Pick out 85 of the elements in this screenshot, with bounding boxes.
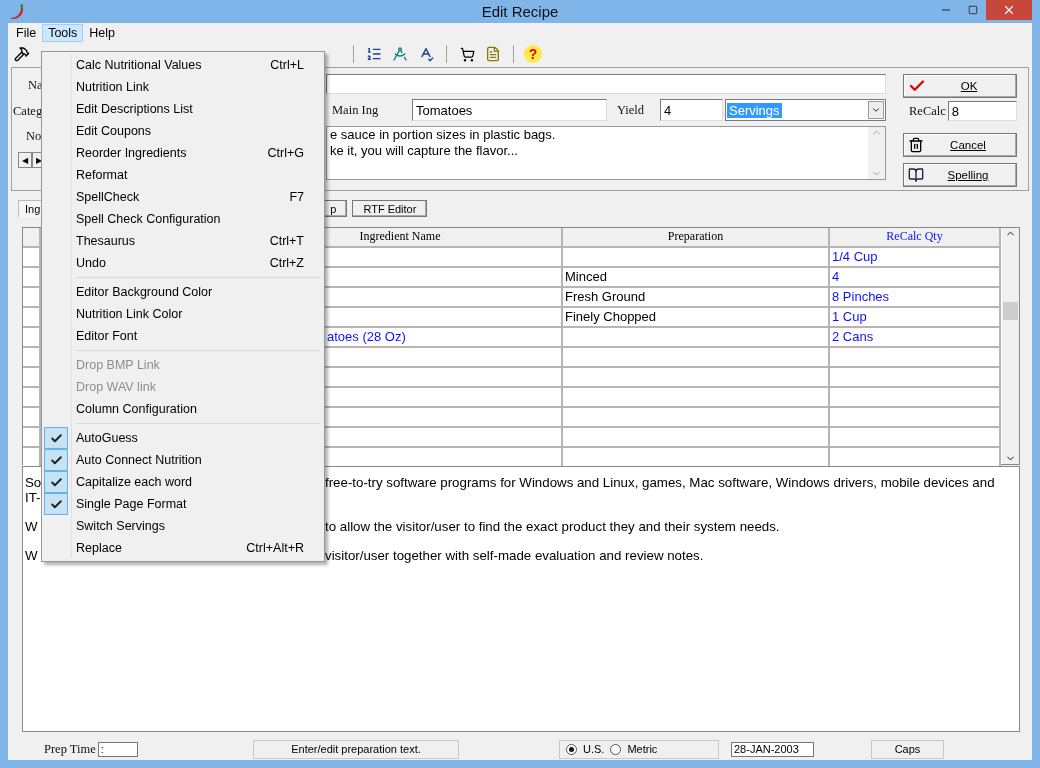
field-label: Yield — [617, 102, 646, 118]
scrollbar[interactable] — [1002, 228, 1019, 464]
radio-button[interactable] — [566, 743, 577, 755]
menu-item[interactable]: Switch Servings — [44, 515, 322, 537]
row-header[interactable] — [23, 348, 41, 368]
recalc-field[interactable]: 8 — [947, 101, 1017, 121]
maximize-icon — [967, 5, 978, 15]
row-header[interactable] — [23, 448, 41, 468]
editor-text: visitor/user together with self-made evaluation and review notes. — [325, 548, 704, 563]
caps-indicator: Caps — [871, 739, 944, 759]
table-cell: Minced — [563, 268, 830, 288]
book-icon — [908, 167, 924, 183]
name-field[interactable] — [326, 74, 886, 94]
menu-item[interactable]: Edit Coupons — [44, 120, 322, 142]
menu-item[interactable]: Help — [83, 24, 122, 42]
menu-item[interactable]: Nutrition Link Color — [44, 303, 322, 325]
editor-text: W — [25, 519, 38, 534]
cancel-button[interactable]: Cancel — [903, 133, 1017, 157]
table-cell: Finely Chopped — [563, 308, 830, 328]
table-cell: 8 Pinches — [830, 288, 1001, 308]
prep-time-field[interactable]: : — [97, 741, 138, 757]
editor-text: So — [25, 475, 42, 490]
editor-text: IT- — [25, 490, 41, 505]
menu-item[interactable]: Nutrition Link — [44, 76, 322, 98]
row-header[interactable] — [23, 408, 41, 428]
row-header[interactable] — [23, 328, 41, 348]
ok-button[interactable]: OK — [903, 74, 1017, 98]
main-ing-field[interactable]: Tomatoes — [412, 99, 607, 121]
column-header: Preparation — [563, 228, 830, 248]
menu-item[interactable]: Reformat — [44, 164, 322, 186]
row-header[interactable] — [23, 248, 41, 268]
radio-label: U.S. — [583, 743, 605, 755]
radio-label: Metric — [627, 743, 658, 755]
table-cell: 4 — [830, 268, 1001, 288]
menu-item[interactable]: Editor Background Color — [44, 281, 322, 303]
trash-icon — [908, 137, 924, 153]
menu-item[interactable]: Undo Ctrl+Z — [44, 252, 322, 274]
checkmark-icon — [49, 431, 63, 445]
editor-text: to allow the visitor/user to find the exact product they and their system needs. — [325, 519, 780, 534]
field-label: Main Ing — [332, 102, 380, 118]
prep-time-label: Prep Time — [44, 741, 96, 757]
checkmark-icon — [49, 497, 63, 511]
editor-button[interactable]: RTF Editor — [352, 200, 428, 217]
menu-item[interactable]: Auto Connect Nutrition — [44, 449, 322, 471]
menu-item[interactable]: Single Page Format — [44, 493, 322, 515]
window-title: Edit Recipe — [481, 3, 559, 20]
yield-field[interactable]: 4 — [660, 99, 723, 121]
row-header[interactable] — [23, 388, 41, 408]
row-header[interactable] — [23, 268, 41, 288]
menu-item[interactable]: Column Configuration — [44, 398, 322, 420]
menu-item[interactable]: Edit Descriptions List — [44, 98, 322, 120]
field-label: ReCalc — [909, 103, 946, 119]
table-cell: 1/4 Cup — [830, 248, 1001, 268]
table-cell: 1 Cup — [830, 308, 1001, 328]
menu-item[interactable]: AutoGuess — [44, 427, 322, 449]
menu-item[interactable]: Capitalize each word — [44, 471, 322, 493]
row-header[interactable] — [23, 308, 41, 328]
table-cell: 2 Cans — [830, 328, 1001, 348]
close-button[interactable] — [986, 0, 1032, 20]
chili-pepper-icon — [8, 2, 26, 21]
help-button[interactable]: ? — [524, 45, 542, 63]
row-header[interactable] — [23, 368, 41, 388]
row-header[interactable] — [23, 428, 41, 448]
hammer-icon[interactable] — [12, 44, 32, 64]
table-cell: Fresh Ground — [563, 288, 830, 308]
menu-item[interactable]: Reorder Ingredients Ctrl+G — [44, 142, 322, 164]
field-label: Categ — [13, 104, 43, 118]
checkmark-icon — [49, 475, 63, 489]
menu-item[interactable]: Calc Nutritional Values Ctrl+L — [44, 54, 322, 76]
date-field[interactable]: 28-JAN-2003 — [731, 741, 814, 757]
scroll-thumb[interactable] — [1003, 302, 1018, 320]
menu-item[interactable]: File — [10, 24, 43, 42]
field-label: No — [26, 129, 42, 143]
status-message: Enter/edit preparation text. — [253, 739, 459, 759]
checkmark-icon — [49, 453, 63, 467]
nav-button[interactable]: ◀ — [18, 152, 32, 168]
radio-button[interactable] — [610, 743, 622, 755]
editor-text: free-to-try software programs for Windows and Linux, games, Mac software, Windows drivers, mobile devices and — [325, 475, 995, 490]
close-icon — [1002, 3, 1016, 17]
row-header[interactable] — [23, 288, 41, 308]
menu-item[interactable]: Replace Ctrl+Alt+R — [44, 537, 322, 559]
column-header: ReCalc Qty — [830, 228, 1001, 248]
menu-item[interactable]: Tools — [42, 24, 84, 42]
spelling-button[interactable]: Spelling — [903, 163, 1017, 187]
editor-text: W — [25, 548, 38, 563]
